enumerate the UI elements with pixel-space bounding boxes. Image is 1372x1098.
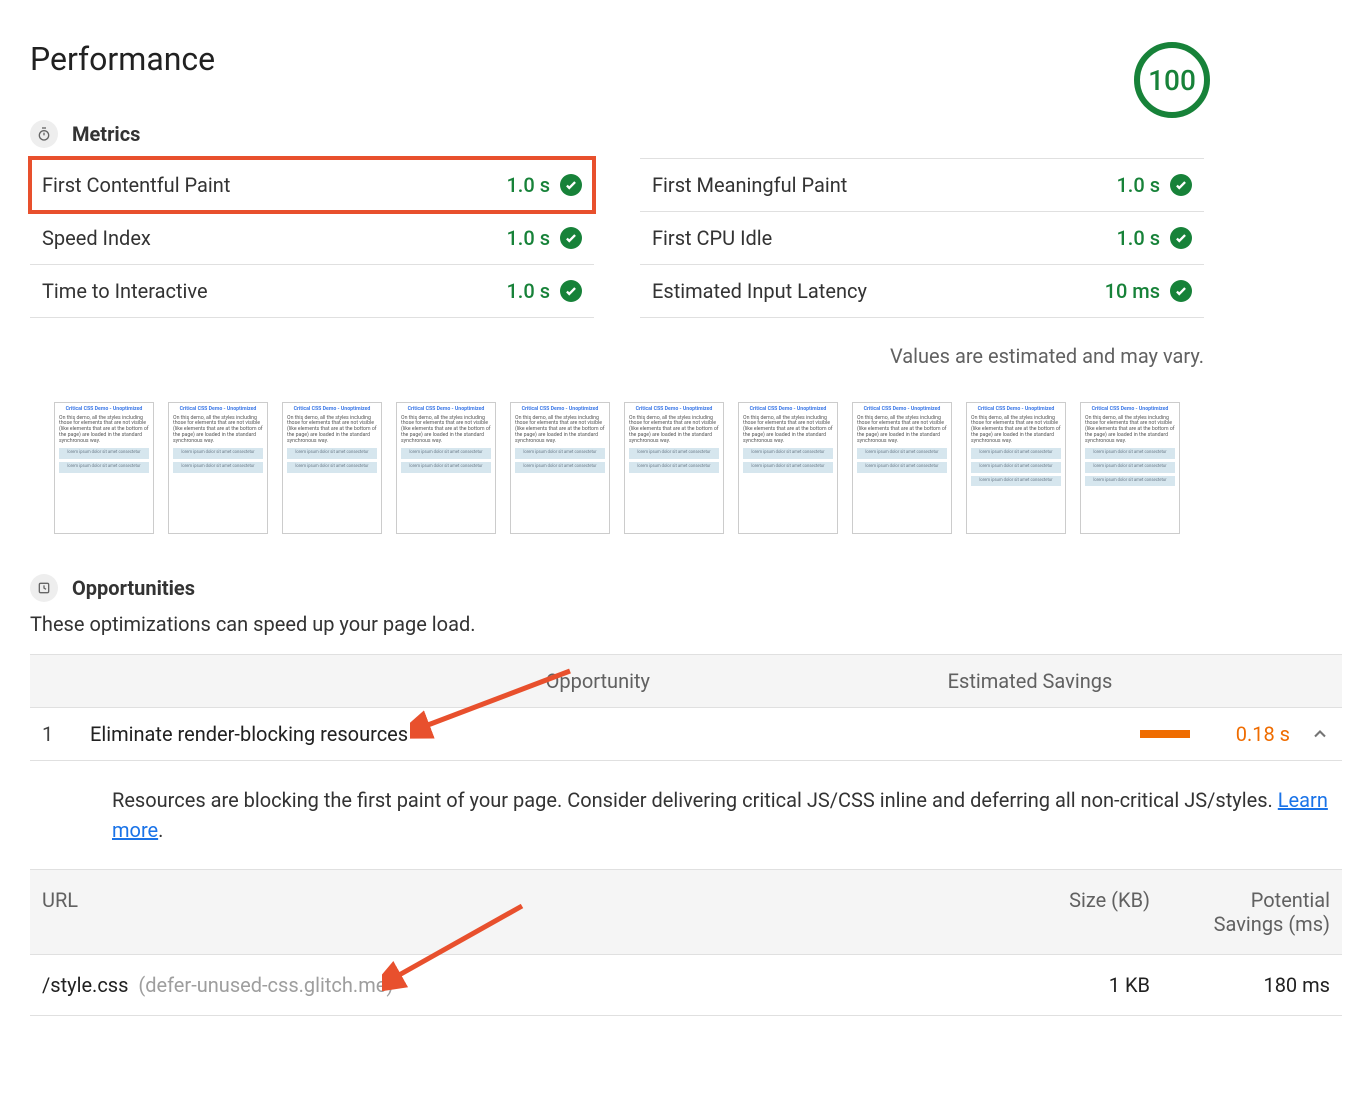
check-icon bbox=[1170, 280, 1192, 302]
metric-value: 10 ms bbox=[1105, 279, 1160, 303]
filmstrip-frame: Critical CSS Demo - UnoptimizedOn this d… bbox=[510, 402, 610, 534]
check-icon bbox=[560, 280, 582, 302]
metric-label: First CPU Idle bbox=[652, 226, 772, 250]
resource-row[interactable]: /style.css (defer-unused-css.glitch.me) 1… bbox=[30, 955, 1342, 1016]
metric-label: Estimated Input Latency bbox=[652, 279, 867, 303]
metric-value: 1.0 s bbox=[506, 279, 550, 303]
metric-estimated-input-latency[interactable]: Estimated Input Latency 10 ms bbox=[640, 265, 1204, 318]
opportunities-description: These optimizations can speed up your pa… bbox=[30, 612, 1342, 636]
savings-bar bbox=[1140, 730, 1190, 738]
resource-host: (defer-unused-css.glitch.me) bbox=[138, 973, 393, 997]
metrics-footnote: Values are estimated and may vary. bbox=[890, 344, 1342, 368]
check-icon bbox=[1170, 227, 1192, 249]
col-size: Size (KB) bbox=[970, 888, 1150, 936]
metric-speed-index[interactable]: Speed Index 1.0 s bbox=[30, 212, 594, 265]
col-opportunity: Opportunity bbox=[90, 669, 690, 693]
filmstrip-frame: Critical CSS Demo - UnoptimizedOn this d… bbox=[1080, 402, 1180, 534]
opportunity-name: Eliminate render-blocking resources bbox=[90, 722, 850, 746]
opportunities-section-header: Opportunities bbox=[30, 574, 1342, 602]
performance-score: 100 bbox=[1132, 40, 1212, 120]
col-url: URL bbox=[42, 888, 970, 936]
metric-first-cpu-idle[interactable]: First CPU Idle 1.0 s bbox=[640, 212, 1204, 265]
metric-value: 1.0 s bbox=[506, 226, 550, 250]
metric-value: 1.0 s bbox=[1116, 226, 1160, 250]
metric-time-to-interactive[interactable]: Time to Interactive 1.0 s bbox=[30, 265, 594, 318]
opportunity-detail: Resources are blocking the first paint o… bbox=[30, 761, 1342, 869]
metric-first-meaningful-paint[interactable]: First Meaningful Paint 1.0 s bbox=[640, 158, 1204, 212]
filmstrip-frame: Critical CSS Demo - UnoptimizedOn this d… bbox=[624, 402, 724, 534]
filmstrip-frame: Critical CSS Demo - UnoptimizedOn this d… bbox=[282, 402, 382, 534]
metric-label: Speed Index bbox=[42, 226, 151, 250]
score-value: 100 bbox=[1132, 40, 1212, 120]
check-icon bbox=[560, 227, 582, 249]
gauge-icon bbox=[30, 574, 58, 602]
resource-size: 1 KB bbox=[970, 973, 1150, 997]
learn-more-link[interactable]: Learn more bbox=[112, 788, 1328, 842]
check-icon bbox=[560, 174, 582, 196]
filmstrip-frame: Critical CSS Demo - UnoptimizedOn this d… bbox=[396, 402, 496, 534]
filmstrip-frame: Critical CSS Demo - UnoptimizedOn this d… bbox=[54, 402, 154, 534]
stopwatch-icon bbox=[30, 120, 58, 148]
resource-path: /style.css bbox=[42, 973, 128, 997]
page-title: Performance bbox=[30, 40, 215, 78]
check-icon bbox=[1170, 174, 1192, 196]
metric-label: Time to Interactive bbox=[42, 279, 208, 303]
filmstrip-frame: Critical CSS Demo - UnoptimizedOn this d… bbox=[966, 402, 1066, 534]
opportunity-row[interactable]: 1Eliminate render-blocking resources 0.18… bbox=[30, 708, 1342, 761]
metrics-section-header: Metrics bbox=[30, 120, 1342, 148]
opportunities-table-header: Opportunity Estimated Savings bbox=[30, 654, 1342, 708]
filmstrip-frame: Critical CSS Demo - UnoptimizedOn this d… bbox=[852, 402, 952, 534]
col-savings: Estimated Savings bbox=[690, 669, 1290, 693]
opportunity-index: 1 bbox=[42, 722, 90, 746]
metric-label: First Contentful Paint bbox=[42, 173, 230, 197]
col-potential-savings: PotentialSavings (ms) bbox=[1150, 888, 1330, 936]
metric-first-contentful-paint[interactable]: First Contentful Paint 1.0 s bbox=[30, 158, 594, 212]
metric-value: 1.0 s bbox=[506, 173, 550, 197]
filmstrip-frame: Critical CSS Demo - UnoptimizedOn this d… bbox=[738, 402, 838, 534]
metric-value: 1.0 s bbox=[1116, 173, 1160, 197]
resource-savings: 180 ms bbox=[1150, 973, 1330, 997]
filmstrip: Critical CSS Demo - UnoptimizedOn this d… bbox=[54, 402, 1342, 534]
chevron-up-icon[interactable] bbox=[1290, 724, 1330, 744]
filmstrip-frame: Critical CSS Demo - UnoptimizedOn this d… bbox=[168, 402, 268, 534]
opportunity-savings: 0.18 s bbox=[1190, 722, 1290, 746]
metric-label: First Meaningful Paint bbox=[652, 173, 847, 197]
resources-table-header: URL Size (KB) PotentialSavings (ms) bbox=[30, 869, 1342, 955]
